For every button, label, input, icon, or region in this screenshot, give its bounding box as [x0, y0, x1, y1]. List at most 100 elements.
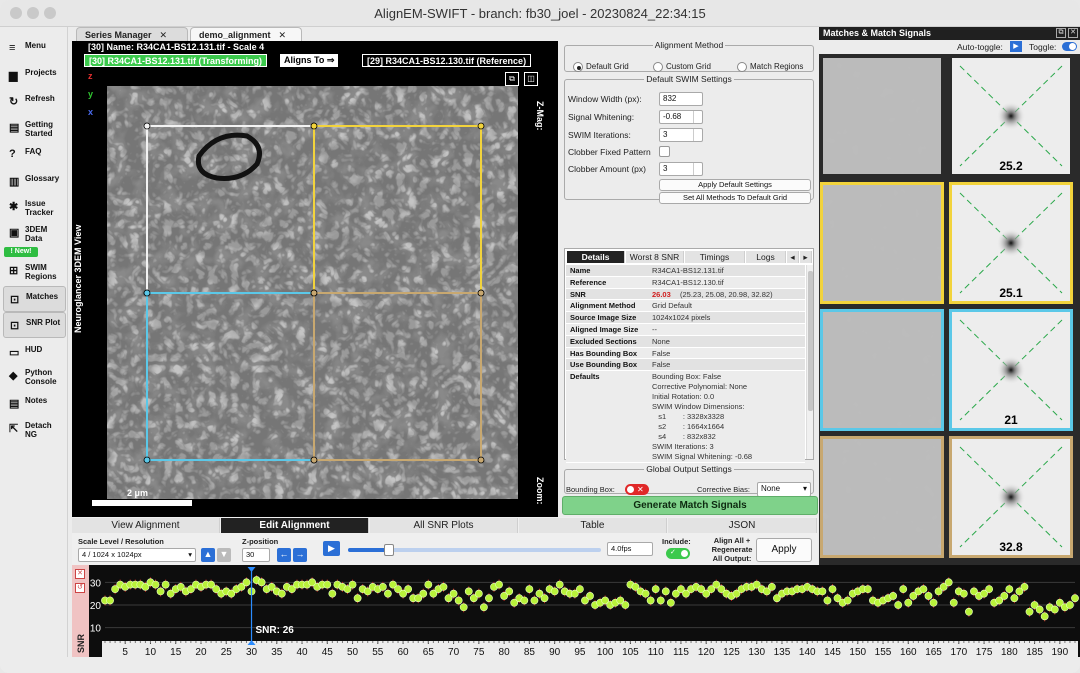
sidebar-item-glossary[interactable]: ▥ Glossary — [3, 169, 66, 195]
tab-table[interactable]: Table — [519, 518, 667, 533]
tab-json[interactable]: JSON — [668, 518, 817, 533]
global-output-group: Global Output Settings Bounding Box: ✕ C… — [564, 464, 814, 497]
clobber-amount-input[interactable]: 3 — [659, 162, 703, 176]
snr-plot[interactable]: ✕ ↺ SNR 10 20 30 5 10 15 20 25 30 35 40 45 50 55 60 65 7… — [72, 565, 1080, 657]
match-signal[interactable]: 25.2 — [949, 55, 1073, 177]
panel-icon[interactable]: ◫ — [524, 72, 538, 86]
close-icon[interactable]: ✕ — [279, 30, 287, 40]
swim-settings-group: Default SWIM Settings Window Width (px):… — [564, 74, 814, 204]
sidebar-item-3dem-data[interactable]: ▣ 3DEM Data — [3, 220, 66, 246]
match-signal[interactable]: 32.8 — [949, 436, 1073, 558]
tab-timings[interactable]: Timings — [685, 251, 745, 263]
tab-logs[interactable]: Logs — [746, 251, 786, 263]
scroll-right-icon[interactable]: ▸ — [800, 251, 812, 263]
include-toggle[interactable]: ✓ — [666, 548, 690, 559]
layout-icon[interactable]: ⧉ — [505, 72, 519, 86]
scroll-left-icon[interactable]: ◂ — [787, 251, 799, 263]
match-thumbnail[interactable] — [820, 436, 944, 558]
scrollbar-thumb[interactable] — [808, 271, 813, 411]
auto-toggle-label: Auto-toggle: — [957, 42, 1003, 52]
scale-up-icon[interactable]: ▲ — [201, 548, 215, 562]
details-value: -- — [652, 325, 657, 334]
sidebar-item-getting-started[interactable]: ▤ Getting Started — [3, 115, 66, 141]
next-section-icon[interactable]: → — [293, 548, 307, 562]
neuroglancer-viewer[interactable]: [30] Name: R34CA1-BS12.131.tif - Scale 4… — [72, 41, 558, 517]
match-thumbnail[interactable] — [820, 182, 944, 304]
snr-point — [904, 598, 913, 607]
sidebar-item-refresh[interactable]: ↻ Refresh — [3, 89, 66, 115]
sidebar-item-detach-ng[interactable]: ⇱ Detach NG — [3, 416, 66, 442]
snr-point — [156, 587, 165, 596]
details-value: R34CA1-BS12.130.tif — [652, 277, 724, 287]
spinner-icon[interactable] — [693, 163, 702, 175]
whitening-input[interactable]: -0.68 — [659, 110, 703, 124]
sidebar-item-python-console[interactable]: ◆ Python Console — [3, 363, 66, 389]
radio-match-regions[interactable]: Match Regions — [737, 62, 803, 72]
radio-default-grid[interactable]: Default Grid — [573, 62, 629, 72]
tab-series-manager[interactable]: Series Manager ✕ — [76, 27, 188, 41]
match-snr-value: 32.8 — [999, 540, 1023, 554]
tab-view-alignment[interactable]: View Alignment — [72, 518, 220, 533]
z-position-label: Z-position — [242, 537, 279, 546]
x-tick-label: 185 — [1026, 647, 1043, 657]
sidebar-item-issue-tracker[interactable]: ✱ Issue Tracker — [3, 194, 66, 220]
slider-thumb[interactable] — [384, 544, 394, 556]
tab-all-snr-plots[interactable]: All SNR Plots — [370, 518, 518, 533]
match-thumbnail[interactable] — [820, 55, 944, 177]
x-tick-label: 175 — [976, 647, 993, 657]
sidebar-item-matches[interactable]: ⊡ Matches — [3, 286, 66, 312]
radio-custom-grid[interactable]: Custom Grid — [653, 62, 711, 72]
sidebar-item-swim-regions[interactable]: ⊞ SWIM Regions — [3, 258, 66, 284]
scale-select[interactable]: 4 / 1024 x 1024px ▾ — [78, 548, 196, 562]
window-width-input[interactable]: 832 — [659, 92, 703, 106]
snr-point — [899, 585, 908, 594]
radio-label: Default Grid — [586, 62, 629, 72]
sidebar: ≡ Menu ▆ Projects ↻ Refresh ▤ Getting Started? F… — [0, 27, 68, 657]
x-tick-label: 90 — [549, 647, 561, 657]
x-tick-label: 40 — [296, 647, 308, 657]
tab-demo-alignment[interactable]: demo_alignment ✕ — [190, 27, 302, 41]
corrective-bias-select[interactable]: None ▾ — [757, 482, 811, 497]
spinner-icon[interactable] — [693, 129, 702, 141]
float-icon[interactable]: ⧉ — [1056, 28, 1066, 38]
section-slider[interactable] — [348, 544, 601, 556]
scale-down-icon[interactable]: ▼ — [217, 548, 231, 562]
bounding-box-toggle[interactable]: ✕ — [625, 484, 649, 495]
play-icon[interactable]: ▶ — [1010, 41, 1022, 52]
details-scrollbar[interactable] — [806, 265, 813, 459]
glossary-icon: ▥ — [9, 176, 20, 188]
sidebar-item-menu[interactable]: ≡ Menu — [3, 36, 66, 62]
play-button[interactable]: ▶ — [323, 541, 340, 556]
em-image[interactable] — [107, 86, 518, 499]
snr-point — [378, 582, 387, 591]
prev-section-icon[interactable]: ← — [277, 548, 291, 562]
transforming-label: [30] R34CA1-BS12.131.tif (Transforming) — [84, 54, 268, 67]
generate-match-signals-button[interactable]: Generate Match Signals — [562, 496, 818, 515]
match-signal[interactable]: 21 — [949, 309, 1073, 431]
match-signal[interactable]: 25.1 — [949, 182, 1073, 304]
close-icon[interactable]: ✕ — [1068, 28, 1078, 38]
match-thumbnail[interactable] — [820, 309, 944, 431]
sidebar-item-notes[interactable]: ▤ Notes — [3, 391, 66, 417]
spinner-icon[interactable] — [693, 111, 702, 123]
tab-worst-8-snr[interactable]: Worst 8 SNR — [626, 251, 684, 263]
snr-point — [277, 589, 286, 598]
tab-edit-alignment[interactable]: Edit Alignment — [221, 518, 369, 533]
set-all-default-grid-button[interactable]: Set All Methods To Default Grid — [659, 192, 811, 204]
snr-plot-canvas[interactable]: 10 20 30 5 10 15 20 25 30 35 40 45 50 55 60 65 70 75 80 85 9… — [72, 565, 1080, 657]
z-position-input[interactable]: 30 — [242, 548, 270, 562]
fps-input[interactable]: 4.0fps — [607, 542, 653, 556]
sidebar-item-snr-plot[interactable]: ⊡ SNR Plot — [3, 312, 66, 338]
clobber-checkbox[interactable] — [659, 146, 670, 157]
sidebar-item-projects[interactable]: ▆ Projects — [3, 63, 66, 89]
apply-default-settings-button[interactable]: Apply Default Settings — [659, 179, 811, 191]
x-tick-label: 70 — [448, 647, 460, 657]
tab-details[interactable]: Details — [567, 251, 625, 263]
x-tick-label: 25 — [221, 647, 233, 657]
apply-button[interactable]: Apply — [756, 538, 812, 562]
iterations-input[interactable]: 3 — [659, 128, 703, 142]
close-icon[interactable]: ✕ — [160, 30, 168, 40]
snr-point — [889, 592, 898, 600]
toggle-switch[interactable] — [1062, 42, 1077, 51]
sidebar-item-faq[interactable]: ? FAQ — [3, 142, 66, 168]
